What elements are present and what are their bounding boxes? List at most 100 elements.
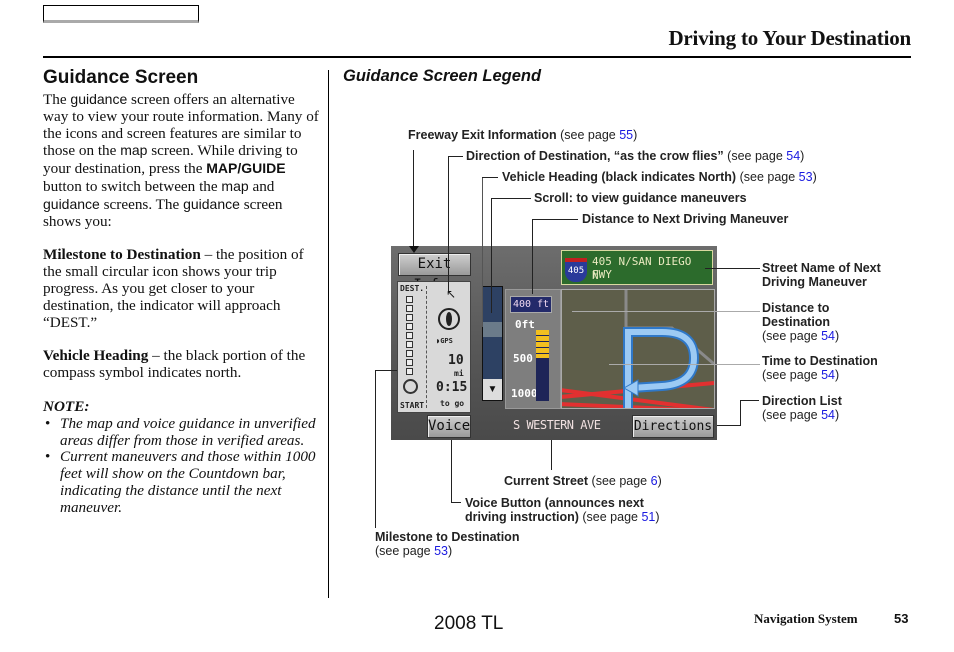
interstate-shield-icon: 405 [565,258,587,282]
leader-line [551,440,552,470]
guidance-screen: Exit Info. 405 405 N/SAN DIEGO FWY N DES… [391,246,717,440]
milestone-square [406,350,413,357]
legend-direction-list: Direction List (see page 54) [762,394,842,422]
page-number: 53 [894,611,909,626]
note-item: Current maneuvers and those within 1000 … [43,448,323,516]
leader-line [413,150,414,250]
time-value: 0:15 [436,380,468,395]
note-label: NOTE: [43,397,90,415]
route-map[interactable] [561,289,715,409]
intro-segment: MAP/GUIDE [206,160,286,177]
intro-segment: guidance [43,195,100,212]
chapter-title: Driving to Your Destination [668,26,911,50]
header-rule [43,56,911,58]
compass-icon [438,308,460,330]
next-maneuver-distance: 400 ft [510,296,552,313]
scale-500: 500 [513,352,533,365]
scale-1000: 1000 [511,387,538,400]
intro-segment: map [221,177,249,194]
note-block: NOTE: The map and voice guidance in unve… [43,397,323,517]
page-link[interactable]: 51 [641,510,655,524]
distance-unit: mi [454,369,464,378]
milestone-paragraph: Milestone to Destination – the position … [43,246,323,331]
leader-line [532,219,533,294]
leader-line [375,370,397,371]
countdown-fill [536,330,549,358]
intro-segment: and [248,177,275,195]
freeway-sign: 405 405 N/SAN DIEGO FWY N [561,250,713,285]
divider [426,286,427,408]
section-title: Guidance Screen [43,67,199,88]
note-item: The map and voice guidance in unverified… [43,415,323,450]
legend-direction-destination: Direction of Destination, “as the crow f… [466,149,805,163]
intro-segment: map [120,142,148,159]
page-link[interactable]: 55 [619,128,633,142]
guidance-scroll-bar[interactable]: ▼ [482,286,503,401]
leader-line [451,502,461,503]
page-link[interactable]: 54 [821,329,835,343]
scroll-down-arrow-icon[interactable]: ▼ [483,379,502,400]
directions-button[interactable]: Directions [632,415,714,438]
page-link[interactable]: 54 [821,408,835,422]
intro-segment: guidance [70,91,128,107]
legend-distance-destination: Distance to Destination (see page 54) [762,301,840,343]
exit-info-button[interactable]: Exit Info. [398,253,471,293]
legend-title: Guidance Screen Legend [343,67,542,85]
legend-milestone: Milestone to Destination (see page 53) [375,530,520,558]
milestone-square [406,368,413,375]
milestone-square [406,359,413,366]
scroll-thumb[interactable] [483,322,502,337]
current-street-label: S WESTERN AVE [513,418,601,432]
leader-line [740,400,741,426]
header-tab-box [43,5,199,23]
footer-manual-title: Navigation System [754,611,858,626]
milestone-square [406,314,413,321]
page-link[interactable]: 54 [786,149,800,163]
map-graphic [562,290,714,408]
legend-distance-next: Distance to Next Driving Maneuver [582,212,789,226]
countdown-bar [536,330,549,401]
time-suffix: to go [440,399,465,408]
leader-line [375,370,376,528]
leader-line [448,156,449,291]
legend-current-street: Current Street (see page 6) [504,474,662,488]
legend-time-destination: Time to Destination (see page 54) [762,354,878,382]
footer-model: 2008 TL [434,613,504,634]
milestone-term: Milestone to Destination [43,246,201,264]
intro-segment: button to switch between the [43,177,222,195]
legend-scroll: Scroll: to view guidance maneuvers [534,191,747,205]
start-label: START [400,401,425,410]
heading-term: Vehicle Heading [43,347,149,365]
milestone-square [406,341,413,348]
gps-label: ◗GPS [436,337,453,345]
milestone-indicator-icon [403,379,418,394]
heading-paragraph: Vehicle Heading – the black portion of t… [43,347,323,382]
leader-line [572,311,760,312]
leader-line [741,400,759,401]
legend-freeway-exit: Freeway Exit Information (see page 55) [408,128,638,142]
voice-button[interactable]: Voice [427,415,471,438]
milestone-square [406,305,413,312]
legend-vehicle-heading: Vehicle Heading (black indicates North) … [502,170,817,184]
page-link[interactable]: 53 [799,170,813,184]
route [623,327,700,408]
leader-line [482,177,483,327]
dest-label: DEST. [400,284,425,293]
intro-segment: screens. The [99,195,184,213]
scale-0: 0ft [515,318,535,331]
leader-line [448,156,463,157]
page-link[interactable]: 6 [651,474,658,488]
milestone-square [406,332,413,339]
legend-voice-button: Voice Button (announces next driving inst… [465,496,660,524]
leader-line [491,198,492,313]
intro-segment: guidance [183,195,240,212]
leader-line [491,198,531,199]
leader-line [609,364,760,365]
column-divider [328,70,329,598]
leader-line [532,219,578,220]
page-link[interactable]: 54 [821,368,835,382]
sign-line-2: N [592,269,599,282]
page-link[interactable]: 53 [434,544,448,558]
milestone-panel: DEST. START ↖ ◗GPS 10 mi 0:15 to go [397,281,471,413]
leader-line [451,440,452,502]
